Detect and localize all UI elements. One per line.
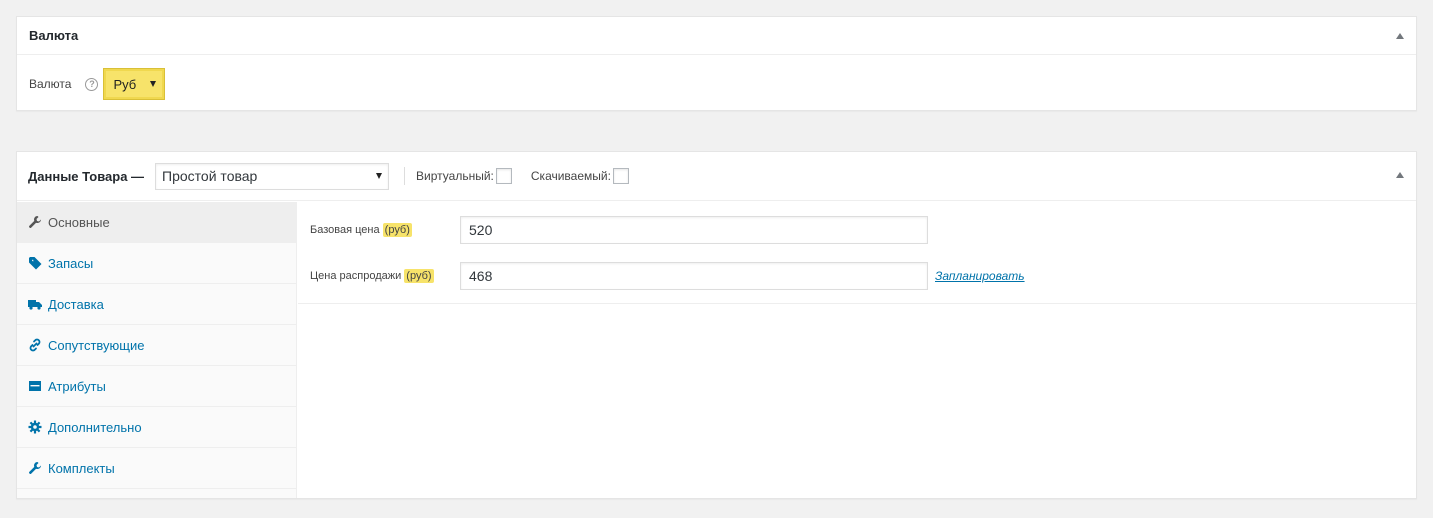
- help-icon[interactable]: ?: [85, 77, 99, 91]
- wrench-icon: [29, 216, 41, 228]
- collapse-arrow-icon[interactable]: [1396, 33, 1404, 39]
- tab-advanced[interactable]: Дополнительно: [17, 407, 296, 448]
- currency-metabox-title: Валюта: [29, 28, 79, 43]
- product-type-value: Простой товар: [162, 168, 258, 184]
- currency-row: Валюта ? Руб: [29, 68, 166, 100]
- header-divider: [404, 167, 406, 185]
- regular-price-row: Базовая цена (руб) 520: [310, 216, 1416, 244]
- currency-field-label: Валюта: [29, 77, 72, 91]
- currency-metabox-header[interactable]: Валюта: [17, 17, 1416, 55]
- virtual-label: Виртуальный:: [416, 169, 494, 183]
- truck-icon: [28, 300, 42, 310]
- product-data-metabox: Данные Товара — Простой товар Виртуальны…: [16, 151, 1417, 499]
- currency-select-highlight: Руб: [103, 68, 166, 100]
- product-data-tabs: Основные Запасы Доставка Сопутствующие А…: [17, 202, 297, 498]
- tab-label: Основные: [48, 214, 110, 230]
- tab-label: Доставка: [48, 296, 104, 312]
- tab-label: Запасы: [48, 255, 94, 271]
- product-type-select[interactable]: Простой товар: [155, 162, 390, 190]
- downloadable-checkbox[interactable]: [612, 168, 629, 184]
- tab-label: Дополнительно: [48, 419, 142, 435]
- general-panel: Базовая цена (руб) 520 Цена распродажи (…: [298, 202, 1416, 498]
- list-icon: [29, 381, 41, 391]
- tab-label: Комплекты: [48, 460, 115, 476]
- tab-general[interactable]: Основные: [17, 202, 296, 243]
- product-data-header: Данные Товара — Простой товар Виртуальны…: [17, 152, 1416, 201]
- tab-attributes[interactable]: Атрибуты: [17, 366, 296, 407]
- currency-select[interactable]: Руб: [106, 71, 163, 97]
- tab-label: Сопутствующие: [48, 337, 145, 353]
- downloadable-label: Скачиваемый:: [530, 169, 611, 183]
- currency-unit-badge: (руб): [404, 269, 434, 283]
- pricing-group: Базовая цена (руб) 520 Цена распродажи (…: [298, 202, 1416, 304]
- product-data-title: Данные Товара —: [28, 168, 145, 184]
- gear-icon: [28, 420, 42, 434]
- dropdown-arrow-icon: [376, 173, 383, 179]
- tab-label: Атрибуты: [48, 378, 106, 394]
- sale-price-input[interactable]: 468: [460, 262, 928, 290]
- tab-shipping[interactable]: Доставка: [17, 284, 296, 325]
- regular-price-label-text: Базовая цена: [310, 224, 380, 236]
- sale-price-label: Цена распродажи (руб): [310, 269, 460, 283]
- tab-inventory[interactable]: Запасы: [17, 243, 296, 284]
- link-icon: [29, 338, 41, 352]
- regular-price-input[interactable]: 520: [460, 216, 928, 244]
- tab-bundles[interactable]: Комплекты: [17, 448, 296, 489]
- schedule-link[interactable]: Запланировать: [935, 269, 1025, 283]
- virtual-checkbox[interactable]: [495, 168, 512, 184]
- currency-unit-badge: (руб): [382, 223, 412, 237]
- currency-metabox: Валюта Валюта ? Руб: [16, 16, 1417, 111]
- tab-linked-products[interactable]: Сопутствующие: [17, 325, 296, 366]
- sale-price-label-text: Цена распродажи: [310, 270, 402, 282]
- wrench-icon: [29, 462, 41, 474]
- tag-icon: [29, 257, 42, 270]
- dropdown-arrow-icon: [150, 81, 157, 87]
- regular-price-label: Базовая цена (руб): [310, 223, 460, 237]
- collapse-arrow-icon[interactable]: [1396, 172, 1404, 178]
- currency-select-value: Руб: [113, 76, 137, 92]
- sale-price-row: Цена распродажи (руб) 468 Запланировать: [310, 262, 1416, 290]
